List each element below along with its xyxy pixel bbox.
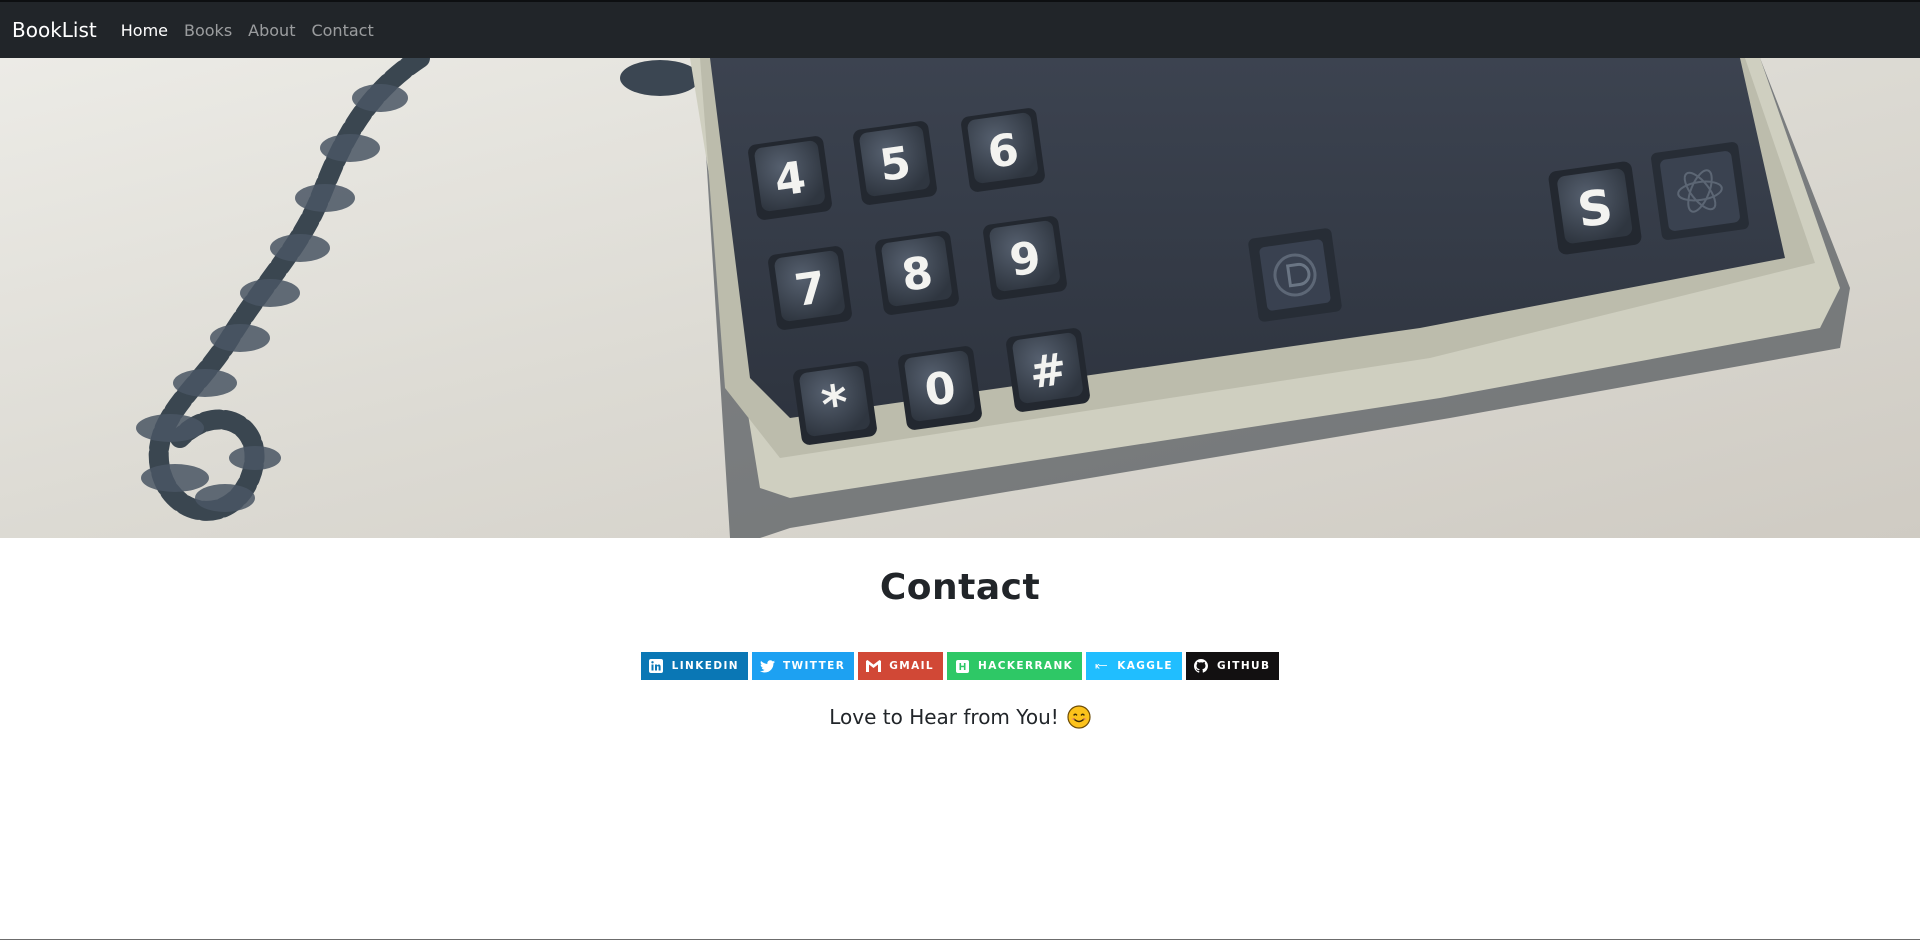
gmail-badge[interactable]: GMAIL bbox=[858, 652, 944, 680]
hackerrank-badge[interactable]: HACKERRANK bbox=[947, 652, 1083, 680]
brand-link[interactable]: BookList bbox=[12, 18, 97, 42]
kaggle-badge[interactable]: k KAGGLE bbox=[1086, 652, 1182, 680]
page-title: Contact bbox=[879, 567, 1041, 608]
social-badges: LINKEDIN TWITTER GMAIL HACKERRANK k KAGG… bbox=[0, 652, 1920, 680]
twitter-icon bbox=[759, 659, 775, 674]
navbar: BookList Home Books About Contact bbox=[0, 0, 1920, 58]
smiling-face-icon bbox=[1067, 705, 1091, 729]
hackerrank-badge-label: HACKERRANK bbox=[978, 660, 1074, 672]
gmail-badge-label: GMAIL bbox=[889, 660, 935, 672]
twitter-badge[interactable]: TWITTER bbox=[751, 652, 855, 680]
nav-link-books[interactable]: Books bbox=[184, 21, 232, 40]
hackerrank-icon bbox=[955, 659, 970, 674]
tagline-text: Love to Hear from You! bbox=[829, 705, 1059, 729]
gmail-icon bbox=[866, 659, 882, 674]
telephone-illustration: 4 5 6 7 8 9 * 0 # S bbox=[0, 58, 1920, 538]
nav-link-about[interactable]: About bbox=[248, 21, 295, 40]
linkedin-badge[interactable]: LINKEDIN bbox=[640, 652, 748, 680]
tagline: Love to Hear from You! bbox=[0, 705, 1920, 729]
key-label: # bbox=[1026, 344, 1070, 400]
svg-text:k: k bbox=[1095, 664, 1101, 671]
twitter-badge-label: TWITTER bbox=[782, 660, 846, 672]
contact-section: Contact LINKEDIN TWITTER GMAIL HACKERRAN… bbox=[0, 538, 1920, 729]
linkedin-badge-label: LINKEDIN bbox=[671, 660, 739, 672]
linkedin-icon bbox=[649, 659, 664, 674]
github-badge[interactable]: GITHUB bbox=[1185, 652, 1280, 680]
kaggle-icon: k bbox=[1094, 659, 1109, 674]
nav-link-home[interactable]: Home bbox=[121, 21, 168, 40]
kaggle-badge-label: KAGGLE bbox=[1117, 660, 1173, 672]
hero-image: 4 5 6 7 8 9 * 0 # S bbox=[0, 58, 1920, 538]
github-badge-label: GITHUB bbox=[1216, 660, 1271, 672]
nav-link-contact[interactable]: Contact bbox=[311, 21, 373, 40]
github-icon bbox=[1194, 659, 1209, 674]
